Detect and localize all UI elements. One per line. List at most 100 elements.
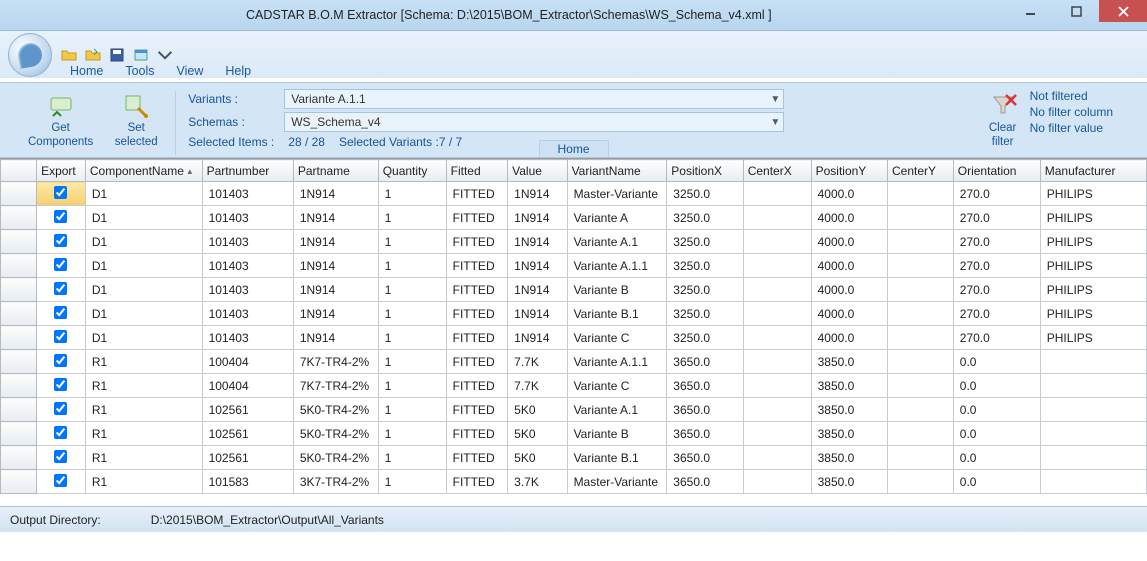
cell[interactable]: 0.0 bbox=[953, 350, 1040, 374]
cell[interactable]: 1 bbox=[378, 206, 446, 230]
column-header-partnumber[interactable]: Partnumber bbox=[202, 160, 293, 182]
cell[interactable]: 1N914 bbox=[508, 230, 567, 254]
column-header-centerx[interactable]: CenterX bbox=[743, 160, 811, 182]
column-header-positiony[interactable]: PositionY bbox=[811, 160, 887, 182]
export-checkbox[interactable] bbox=[54, 402, 67, 415]
cell[interactable]: 1 bbox=[378, 350, 446, 374]
cell[interactable]: 102561 bbox=[202, 446, 293, 470]
row-header[interactable] bbox=[1, 350, 37, 374]
cell[interactable]: 1 bbox=[378, 326, 446, 350]
cell[interactable]: Variante B bbox=[567, 278, 667, 302]
table-row[interactable]: D11014031N9141FITTED1N914Variante A.1.13… bbox=[1, 254, 1147, 278]
cell[interactable] bbox=[743, 374, 811, 398]
export-checkbox[interactable] bbox=[54, 258, 67, 271]
cell[interactable]: FITTED bbox=[446, 302, 508, 326]
cell[interactable]: R1 bbox=[85, 470, 202, 494]
cell[interactable]: 3K7-TR4-2% bbox=[293, 470, 378, 494]
cell[interactable] bbox=[743, 422, 811, 446]
cell[interactable] bbox=[887, 206, 953, 230]
cell[interactable]: FITTED bbox=[446, 446, 508, 470]
column-header-componentname[interactable]: ComponentName▲ bbox=[85, 160, 202, 182]
cell[interactable]: R1 bbox=[85, 446, 202, 470]
cell[interactable]: 102561 bbox=[202, 422, 293, 446]
cell[interactable]: 0.0 bbox=[953, 470, 1040, 494]
row-header[interactable] bbox=[1, 206, 37, 230]
cell[interactable] bbox=[887, 254, 953, 278]
cell[interactable]: 101583 bbox=[202, 470, 293, 494]
cell[interactable]: 5K0 bbox=[508, 446, 567, 470]
column-header-centery[interactable]: CenterY bbox=[887, 160, 953, 182]
grid-scroll-area[interactable]: ExportComponentName▲PartnumberPartnameQu… bbox=[0, 159, 1147, 506]
cell[interactable] bbox=[887, 470, 953, 494]
cell[interactable]: 101403 bbox=[202, 278, 293, 302]
cell[interactable]: 1N914 bbox=[508, 326, 567, 350]
export-cell[interactable] bbox=[37, 422, 86, 446]
cell[interactable]: 0.0 bbox=[953, 398, 1040, 422]
cell[interactable] bbox=[887, 374, 953, 398]
cell[interactable]: FITTED bbox=[446, 422, 508, 446]
cell[interactable]: FITTED bbox=[446, 350, 508, 374]
cell[interactable]: 1 bbox=[378, 422, 446, 446]
cell[interactable]: FITTED bbox=[446, 230, 508, 254]
export-checkbox[interactable] bbox=[54, 354, 67, 367]
cell[interactable]: Master-Variante bbox=[567, 470, 667, 494]
cell[interactable]: 1N914 bbox=[508, 206, 567, 230]
cell[interactable]: 4000.0 bbox=[811, 182, 887, 206]
cell[interactable]: 101403 bbox=[202, 206, 293, 230]
cell[interactable]: 3850.0 bbox=[811, 350, 887, 374]
cell[interactable]: 3850.0 bbox=[811, 398, 887, 422]
cell[interactable]: 100404 bbox=[202, 374, 293, 398]
cell[interactable]: 3850.0 bbox=[811, 446, 887, 470]
cell[interactable] bbox=[1040, 470, 1146, 494]
export-cell[interactable] bbox=[37, 278, 86, 302]
cell[interactable]: 1 bbox=[378, 398, 446, 422]
cell[interactable] bbox=[887, 230, 953, 254]
export-checkbox[interactable] bbox=[54, 426, 67, 439]
cell[interactable]: FITTED bbox=[446, 182, 508, 206]
cell[interactable]: 7.7K bbox=[508, 374, 567, 398]
export-checkbox[interactable] bbox=[54, 234, 67, 247]
cell[interactable]: Variante A.1 bbox=[567, 398, 667, 422]
cell[interactable]: 4000.0 bbox=[811, 278, 887, 302]
row-header[interactable] bbox=[1, 254, 37, 278]
cell[interactable]: Variante A.1.1 bbox=[567, 350, 667, 374]
export-checkbox[interactable] bbox=[54, 282, 67, 295]
menu-tools[interactable]: Tools bbox=[125, 64, 154, 78]
row-header[interactable] bbox=[1, 182, 37, 206]
cell[interactable]: 101403 bbox=[202, 182, 293, 206]
cell[interactable]: 1 bbox=[378, 470, 446, 494]
schemas-combo[interactable]: WS_Schema_v4 ▼ bbox=[284, 112, 784, 132]
export-checkbox[interactable] bbox=[54, 186, 67, 199]
cell[interactable]: 3650.0 bbox=[667, 422, 743, 446]
export-cell[interactable] bbox=[37, 398, 86, 422]
menu-help[interactable]: Help bbox=[225, 64, 251, 78]
cell[interactable] bbox=[743, 206, 811, 230]
cell[interactable]: FITTED bbox=[446, 374, 508, 398]
cell[interactable]: 1 bbox=[378, 254, 446, 278]
cell[interactable]: 7.7K bbox=[508, 350, 567, 374]
cell[interactable]: 3850.0 bbox=[811, 470, 887, 494]
cell[interactable]: 3850.0 bbox=[811, 422, 887, 446]
cell[interactable]: 3250.0 bbox=[667, 254, 743, 278]
cell[interactable] bbox=[743, 254, 811, 278]
cell[interactable]: 3250.0 bbox=[667, 182, 743, 206]
table-row[interactable]: R11004047K7-TR4-2%1FITTED7.7KVariante C3… bbox=[1, 374, 1147, 398]
export-cell[interactable] bbox=[37, 470, 86, 494]
cell[interactable]: 4000.0 bbox=[811, 254, 887, 278]
cell[interactable]: 5K0-TR4-2% bbox=[293, 446, 378, 470]
column-header-partname[interactable]: Partname bbox=[293, 160, 378, 182]
row-header[interactable] bbox=[1, 374, 37, 398]
cell[interactable]: 3650.0 bbox=[667, 350, 743, 374]
export-cell[interactable] bbox=[37, 206, 86, 230]
cell[interactable]: 1N914 bbox=[293, 206, 378, 230]
cell[interactable]: Variante B.1 bbox=[567, 446, 667, 470]
cell[interactable]: 3250.0 bbox=[667, 206, 743, 230]
menu-home[interactable]: Home bbox=[70, 64, 103, 78]
cell[interactable]: Variante C bbox=[567, 374, 667, 398]
cell[interactable]: 1N914 bbox=[293, 254, 378, 278]
cell[interactable]: D1 bbox=[85, 230, 202, 254]
export-checkbox[interactable] bbox=[54, 450, 67, 463]
cell[interactable]: 102561 bbox=[202, 398, 293, 422]
cell[interactable]: 3250.0 bbox=[667, 302, 743, 326]
cell[interactable]: 0.0 bbox=[953, 374, 1040, 398]
